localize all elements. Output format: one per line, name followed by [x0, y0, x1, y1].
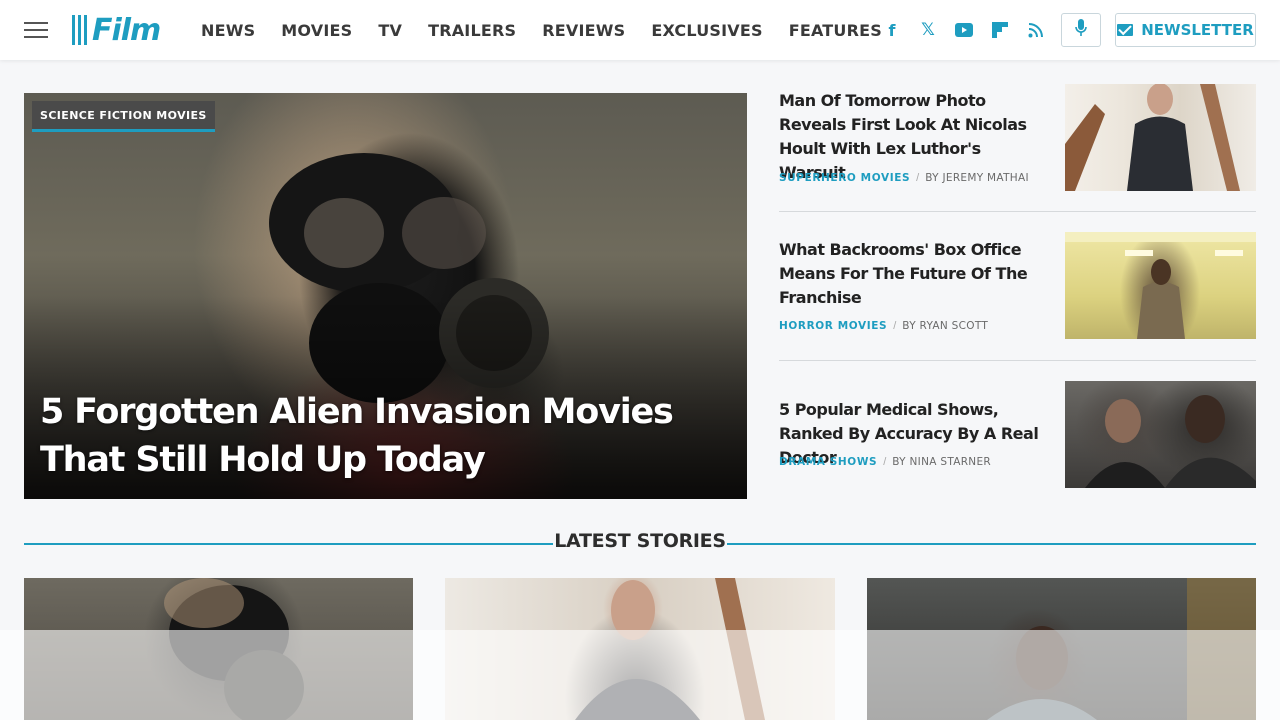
side-story-category[interactable]: DRAMA SHOWS [779, 456, 877, 468]
latest-divider-right [727, 543, 1256, 545]
nav-tv[interactable]: TV [378, 21, 402, 40]
hero-article[interactable]: SCIENCE FICTION MOVIES 5 Forgotten Alien… [24, 93, 747, 499]
rss-icon[interactable] [1026, 20, 1046, 40]
side-story-thumbnail[interactable] [1065, 84, 1256, 191]
podcast-button[interactable] [1061, 13, 1101, 47]
nav-reviews[interactable]: REVIEWS [542, 21, 625, 40]
newsletter-label: NEWSLETTER [1141, 21, 1254, 39]
site-header: Film NEWS MOVIES TV TRAILERS REVIEWS EXC… [0, 0, 1280, 60]
side-story-author[interactable]: BY NINA STARNER [892, 456, 991, 468]
side-story: Man Of Tomorrow Photo Reveals First Look… [779, 84, 1256, 196]
nav-trailers[interactable]: TRAILERS [428, 21, 516, 40]
envelope-icon [1117, 24, 1134, 36]
nav-news[interactable]: NEWS [201, 21, 255, 40]
side-story-meta: DRAMA SHOWS / BY NINA STARNER [779, 456, 991, 468]
nav-exclusives[interactable]: EXCLUSIVES [651, 21, 762, 40]
hero-category-tag[interactable]: SCIENCE FICTION MOVIES [32, 101, 215, 132]
facebook-icon[interactable]: f [882, 20, 902, 40]
side-story-meta: SUPERHERO MOVIES / BY JEREMY MATHAI [779, 172, 1029, 184]
side-story-author[interactable]: BY RYAN SCOTT [902, 320, 988, 332]
nav-movies[interactable]: MOVIES [281, 21, 352, 40]
flipboard-icon[interactable] [990, 20, 1010, 40]
side-story-category[interactable]: HORROR MOVIES [779, 320, 887, 332]
logo-slash-mark [72, 15, 90, 45]
side-story-author[interactable]: BY JEREMY MATHAI [925, 172, 1029, 184]
microphone-icon [1075, 18, 1087, 42]
side-story: 5 Popular Medical Shows, Ranked By Accur… [779, 381, 1256, 505]
latest-story-card[interactable] [867, 578, 1256, 720]
hero-title[interactable]: 5 Forgotten Alien Invasion Movies That S… [40, 388, 740, 484]
side-story-meta: HORROR MOVIES / BY RYAN SCOTT [779, 320, 989, 332]
side-story-title[interactable]: What Backrooms' Box Office Means For The… [779, 238, 1049, 310]
hamburger-icon[interactable] [24, 22, 48, 38]
latest-story-card[interactable] [445, 578, 835, 720]
main-nav: NEWS MOVIES TV TRAILERS REVIEWS EXCLUSIV… [201, 0, 908, 60]
side-story-title[interactable]: Man Of Tomorrow Photo Reveals First Look… [779, 89, 1049, 185]
side-story-category[interactable]: SUPERHERO MOVIES [779, 172, 910, 184]
side-story-thumbnail[interactable] [1065, 381, 1256, 488]
x-icon[interactable]: 𝕏 [918, 20, 938, 40]
side-story-thumbnail[interactable] [1065, 232, 1256, 339]
latest-story-card[interactable] [24, 578, 413, 720]
youtube-icon[interactable] [954, 20, 974, 40]
side-story: What Backrooms' Box Office Means For The… [779, 232, 1256, 345]
latest-stories-heading: LATEST STORIES [554, 530, 726, 552]
story-divider [779, 360, 1256, 361]
latest-divider-left [24, 543, 553, 545]
newsletter-button[interactable]: NEWSLETTER [1115, 13, 1256, 47]
nav-features[interactable]: FEATURES [789, 21, 882, 40]
site-logo[interactable]: Film [72, 12, 161, 48]
logo-text: Film [92, 12, 161, 48]
story-divider [779, 211, 1256, 212]
